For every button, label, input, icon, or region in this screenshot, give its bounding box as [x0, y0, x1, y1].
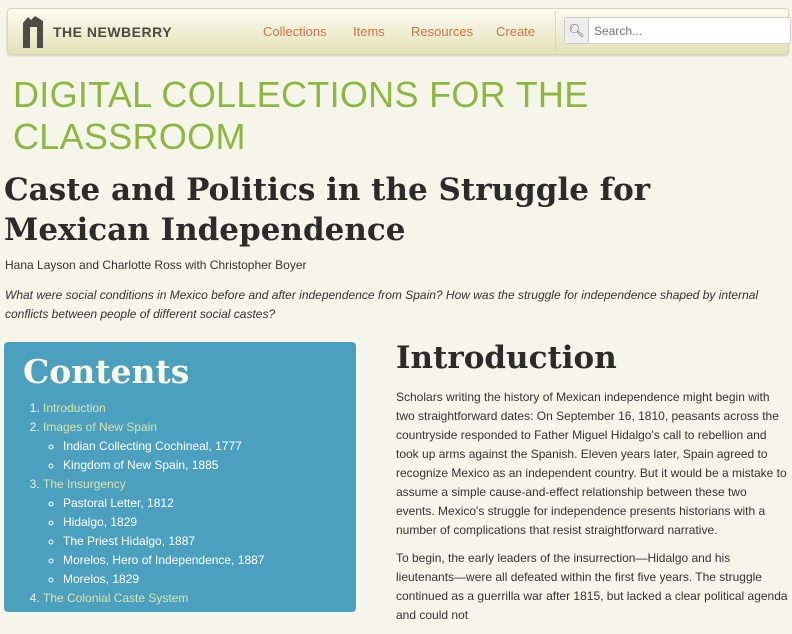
search-input[interactable]	[589, 18, 790, 43]
introduction-section: Introduction Scholars writing the histor…	[396, 340, 788, 634]
contents-item: Images of New Spain Indian Collecting Coc…	[43, 418, 356, 475]
nav-divider	[555, 11, 556, 51]
contents-item: The Insurgency Pastoral Letter, 1812Hidal…	[43, 475, 356, 589]
nav-collections[interactable]: Collections	[263, 24, 327, 39]
contents-link[interactable]: Introduction	[43, 401, 106, 415]
top-navbar: THE NEWBERRY Collections Items Resources…	[7, 8, 791, 55]
authors: Hana Layson and Charlotte Ross with Chri…	[5, 258, 307, 272]
contents-subitem[interactable]: Morelos, Hero of Independence, 1887	[63, 551, 356, 570]
contents-subitem[interactable]: The Priest Hidalgo, 1887	[63, 532, 356, 551]
contents-subitem[interactable]: Indian Collecting Cochineal, 1777	[63, 437, 356, 456]
site-title[interactable]: DIGITAL COLLECTIONS FOR THE CLASSROOM	[13, 74, 792, 158]
introduction-heading: Introduction	[396, 340, 617, 376]
newberry-logo-icon	[23, 16, 43, 48]
contents-heading: Contents	[23, 352, 190, 391]
contents-sublist: Indian Collecting Cochineal, 1777Kingdom…	[63, 437, 356, 475]
contents-link[interactable]: The Colonial Caste System	[43, 591, 188, 605]
contents-subitem[interactable]: Kingdom of New Spain, 1885	[63, 456, 356, 475]
newberry-logo[interactable]: THE NEWBERRY	[22, 15, 172, 49]
nav-resources[interactable]: Resources	[411, 24, 473, 39]
intro-paragraph: Scholars writing the history of Mexican …	[396, 390, 787, 537]
contents-subitem[interactable]: Morelos, 1829	[63, 570, 356, 589]
contents-sublist: Pastoral Letter, 1812Hidalgo, 1829The Pr…	[63, 494, 356, 589]
contents-panel: Contents Introduction Images of New Spain…	[4, 342, 356, 612]
intro-paragraph: To begin, the early leaders of the insur…	[396, 551, 788, 622]
contents-subitem[interactable]: Pastoral Letter, 1812	[63, 494, 356, 513]
contents-item: The Colonial Caste System	[43, 589, 356, 608]
logo-text: THE NEWBERRY	[53, 24, 173, 40]
contents-subitem[interactable]: Hidalgo, 1829	[63, 513, 356, 532]
search-box: 🔍︎	[564, 17, 791, 44]
page-title: Caste and Politics in the Struggle for M…	[4, 172, 651, 248]
contents-link[interactable]: The Insurgency	[43, 477, 126, 491]
search-icon[interactable]: 🔍︎	[565, 18, 589, 43]
nav-create[interactable]: Create	[496, 24, 535, 39]
contents-link[interactable]: Images of New Spain	[43, 420, 157, 434]
guiding-question: What were social conditions in Mexico be…	[5, 288, 759, 321]
nav-items[interactable]: Items	[353, 24, 385, 39]
contents-list: Introduction Images of New Spain Indian Co…	[43, 399, 356, 608]
contents-item: Introduction	[43, 399, 356, 418]
